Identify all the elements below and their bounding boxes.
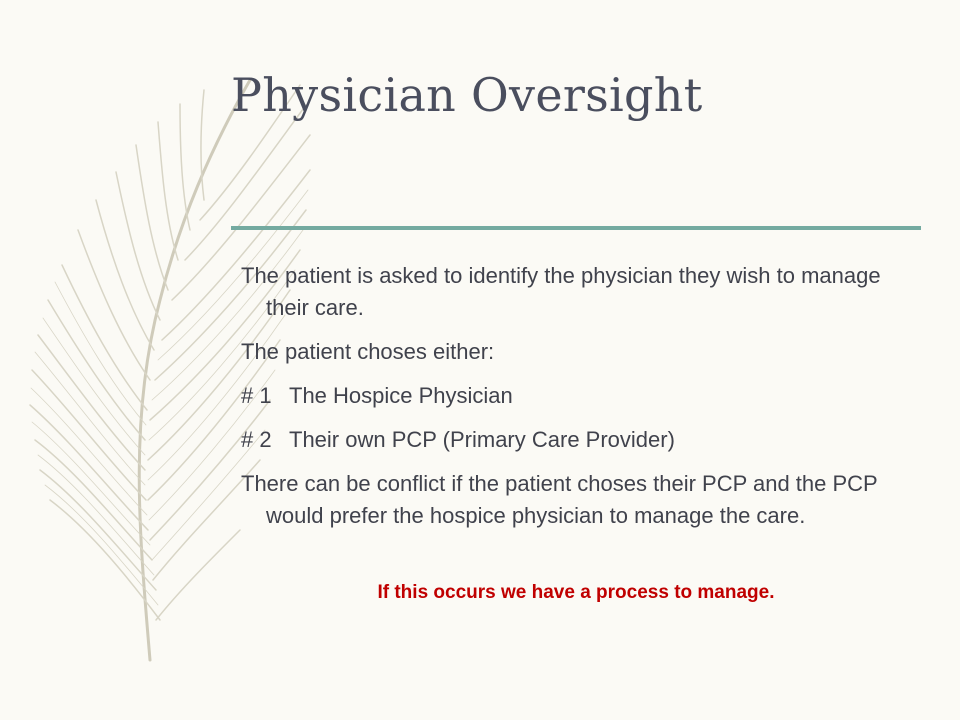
slide: Physician Oversight The patient is asked… bbox=[0, 0, 960, 720]
body-paragraph: The patient is asked to identify the phy… bbox=[241, 263, 881, 320]
highlight-note: If this occurs we have a process to mana… bbox=[377, 582, 775, 603]
body-paragraph: The patient choses either: bbox=[241, 339, 495, 364]
option-number: # 1 bbox=[241, 383, 272, 408]
option-text: The Hospice Physician bbox=[289, 383, 513, 408]
slide-body: The patient is asked to identify the phy… bbox=[241, 260, 909, 544]
option-text: Their own PCP (Primary Care Provider) bbox=[289, 427, 675, 452]
title-divider bbox=[231, 226, 921, 230]
option-item: # 2 Their own PCP (Primary Care Provider) bbox=[241, 424, 909, 456]
option-number: # 2 bbox=[241, 427, 272, 452]
body-paragraph: There can be conflict if the patient cho… bbox=[241, 471, 878, 528]
slide-title: Physician Oversight bbox=[231, 68, 703, 122]
option-item: # 1 The Hospice Physician bbox=[241, 380, 909, 412]
